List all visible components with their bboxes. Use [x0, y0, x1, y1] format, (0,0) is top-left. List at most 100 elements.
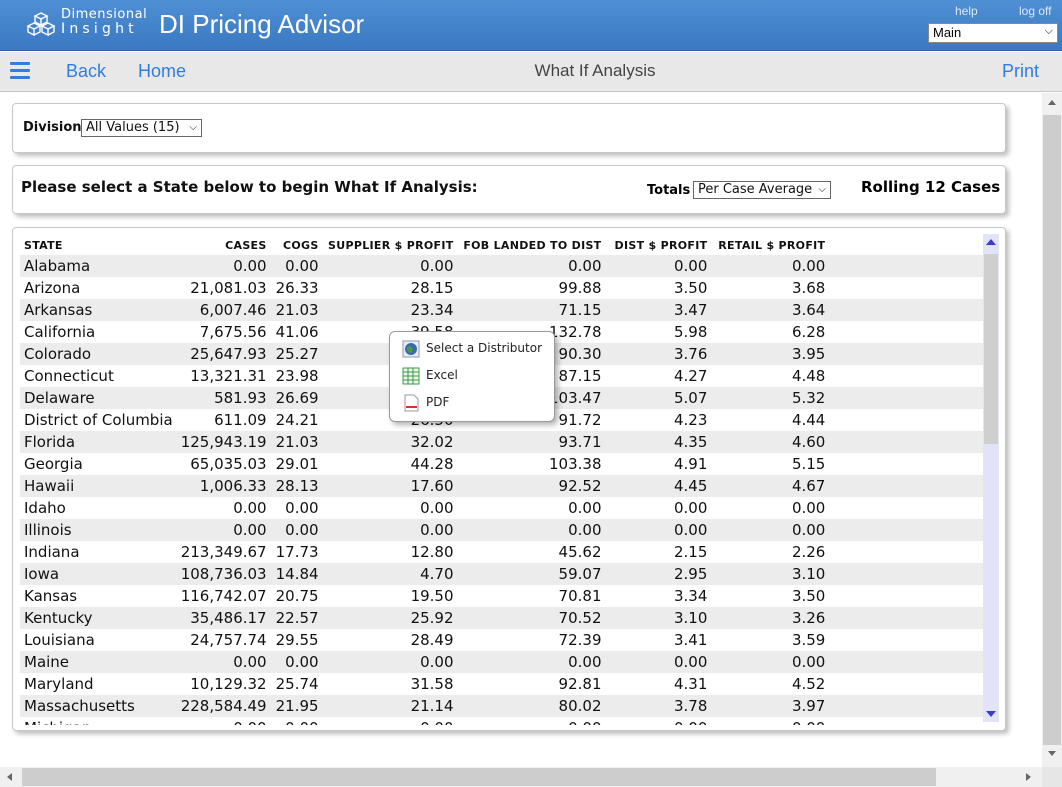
table-row[interactable]: Florida 125,943.19 21.03 32.02 93.71 4.35 4.60	[20, 431, 983, 453]
totals-select[interactable]: Per Case Average ⌵	[693, 181, 831, 199]
table-row[interactable]: Arkansas 6,007.46 21.03 23.34 71.15 3.47 3.64	[20, 299, 983, 321]
cell-supplier-profit: 0.00	[322, 717, 458, 725]
help-link[interactable]: help	[955, 4, 978, 18]
table-row[interactable]: Louisiana 24,757.74 29.55 28.49 72.39 3.41 3.5…	[20, 629, 983, 651]
context-menu: Select a Distributor Excel PDF	[389, 331, 555, 422]
cell-spacer	[829, 563, 983, 585]
col-header-retail-profit[interactable]: Retail $ Profit	[711, 235, 829, 255]
scroll-down-arrow-icon[interactable]	[986, 711, 996, 717]
cell-state[interactable]: District of Columbia	[20, 409, 177, 431]
col-header-dist-profit[interactable]: Dist $ Profit	[606, 235, 712, 255]
cell-state[interactable]: Kentucky	[20, 607, 177, 629]
cell-state[interactable]: Hawaii	[20, 475, 177, 497]
cell-state[interactable]: Connecticut	[20, 365, 177, 387]
cell-fob-landed: 0.00	[457, 717, 606, 725]
scroll-up-arrow-icon[interactable]	[986, 239, 996, 245]
cell-dist-profit: 3.10	[605, 607, 712, 629]
scroll-left-arrow-icon[interactable]	[7, 773, 12, 781]
table-row[interactable]: Kentucky 35,486.17 22.57 25.92 70.52 3.10 3.26	[20, 607, 983, 629]
scroll-down-arrow-icon[interactable]	[1048, 751, 1056, 756]
table-row[interactable]: Iowa 108,736.03 14.84 4.70 59.07 2.95 3.10	[20, 563, 983, 585]
cell-cogs: 17.73	[270, 541, 323, 563]
cell-spacer	[829, 497, 983, 519]
menu-item-select-distributor[interactable]: Select a Distributor	[390, 338, 554, 362]
cell-state[interactable]: Massachusetts	[20, 695, 177, 717]
cell-state[interactable]: Georgia	[20, 453, 177, 475]
cell-supplier-profit: 0.00	[322, 519, 458, 541]
cell-cogs: 26.33	[270, 277, 323, 299]
col-header-cases[interactable]: Cases	[177, 235, 271, 255]
cell-state[interactable]: Arizona	[20, 277, 177, 299]
logoff-link[interactable]: log off	[1019, 4, 1051, 18]
cell-spacer	[829, 651, 983, 673]
table-row[interactable]: Illinois 0.00 0.00 0.00 0.00 0.00 0.00	[20, 519, 983, 541]
cell-state[interactable]: Florida	[20, 431, 177, 453]
page-vertical-scrollbar[interactable]	[1042, 93, 1062, 767]
scroll-right-arrow-icon[interactable]	[1026, 773, 1031, 781]
table-row[interactable]: Idaho 0.00 0.00 0.00 0.00 0.00 0.00	[20, 497, 983, 519]
app-window: Dimensional Insight DI Pricing Advisor h…	[0, 0, 1062, 787]
cell-fob-landed: 93.71	[457, 431, 606, 453]
cell-state[interactable]: Maine	[20, 651, 177, 673]
cell-state[interactable]: Alabama	[20, 255, 177, 277]
cell-dist-profit: 0.00	[605, 255, 712, 277]
cell-dist-profit: 4.27	[605, 365, 712, 387]
cell-spacer	[829, 431, 983, 453]
cell-state[interactable]: Michigan	[20, 717, 177, 725]
table-row[interactable]: Hawaii 1,006.33 28.13 17.60 92.52 4.45 4.67	[20, 475, 983, 497]
table-row[interactable]: Michigan0.000.000.000.000.000.00	[20, 717, 983, 725]
cell-cases: 108,736.03	[176, 563, 271, 585]
division-filter-panel: Division All Values (15) ⌵	[12, 103, 1006, 153]
cell-state[interactable]: Indiana	[20, 541, 177, 563]
col-header-state[interactable]: State	[20, 235, 177, 255]
table-row[interactable]: Kansas 116,742.07 20.75 19.50 70.81 3.34 3.50	[20, 585, 983, 607]
cell-cogs: 0.00	[270, 717, 323, 725]
cell-cases: 116,742.07	[176, 585, 271, 607]
cell-fob-landed: 0.00	[457, 497, 606, 519]
table-row[interactable]: Arizona 21,081.03 26.33 28.15 99.88 3.50 3.68	[20, 277, 983, 299]
cell-retail-profit: 5.15	[711, 453, 830, 475]
cell-spacer	[829, 695, 983, 717]
scroll-up-arrow-icon[interactable]	[1048, 100, 1056, 105]
cell-state[interactable]: Colorado	[20, 343, 177, 365]
cell-spacer	[829, 387, 983, 409]
page-horizontal-scrollbar[interactable]	[0, 767, 1042, 787]
table-row[interactable]: Massachusetts 228,584.49 21.95 21.14 80.02 3.…	[20, 695, 983, 717]
col-header-cogs[interactable]: COGS	[271, 235, 323, 255]
cell-cases: 581.93	[176, 387, 271, 409]
col-header-spacer	[829, 235, 983, 255]
cell-fob-landed: 0.00	[457, 651, 606, 673]
cell-state[interactable]: Idaho	[20, 497, 177, 519]
cell-state[interactable]: Louisiana	[20, 629, 177, 651]
cell-state[interactable]: Iowa	[20, 563, 177, 585]
table-scrollbar-thumb[interactable]	[984, 254, 998, 444]
table-row[interactable]: Georgia 65,035.03 29.01 44.28 103.38 4.91 5.15	[20, 453, 983, 475]
cell-state[interactable]: Maryland	[20, 673, 177, 695]
cell-state[interactable]: Illinois	[20, 519, 177, 541]
cell-dist-profit: 3.50	[605, 277, 712, 299]
view-select[interactable]: Main ⌵	[928, 23, 1058, 43]
cell-supplier-profit: 12.80	[322, 541, 458, 563]
totals-select-value: Per Case Average	[698, 182, 813, 197]
cell-state[interactable]: Arkansas	[20, 299, 177, 321]
prompt-panel: Please select a State below to begin Wha…	[12, 165, 1006, 214]
cell-state[interactable]: Kansas	[20, 585, 177, 607]
cell-state[interactable]: Delaware	[20, 387, 177, 409]
cell-state[interactable]: California	[20, 321, 177, 343]
col-header-fob-landed[interactable]: FOB Landed to Dist	[458, 235, 606, 255]
page-vscroll-thumb[interactable]	[1043, 115, 1061, 745]
table-row[interactable]: Maine 0.00 0.00 0.00 0.00 0.00 0.00	[20, 651, 983, 673]
division-select[interactable]: All Values (15) ⌵	[81, 119, 202, 137]
table-row[interactable]: Indiana 213,349.67 17.73 12.80 45.62 2.15 2.26	[20, 541, 983, 563]
col-header-supplier-profit[interactable]: Supplier $ Profit	[323, 235, 458, 255]
table-row[interactable]: Alabama 0.00 0.00 0.00 0.00 0.00 0.00	[20, 255, 983, 277]
page-hscroll-thumb[interactable]	[22, 768, 936, 786]
cell-fob-landed: 0.00	[457, 519, 606, 541]
cell-spacer	[829, 585, 983, 607]
menu-item-pdf[interactable]: PDF	[390, 392, 554, 416]
cell-dist-profit: 3.78	[605, 695, 712, 717]
print-link[interactable]: Print	[1002, 61, 1039, 82]
table-row[interactable]: Maryland 10,129.32 25.74 31.58 92.81 4.31 4.52	[20, 673, 983, 695]
table-scrollbar[interactable]	[983, 234, 999, 722]
menu-item-excel[interactable]: Excel	[390, 365, 554, 389]
